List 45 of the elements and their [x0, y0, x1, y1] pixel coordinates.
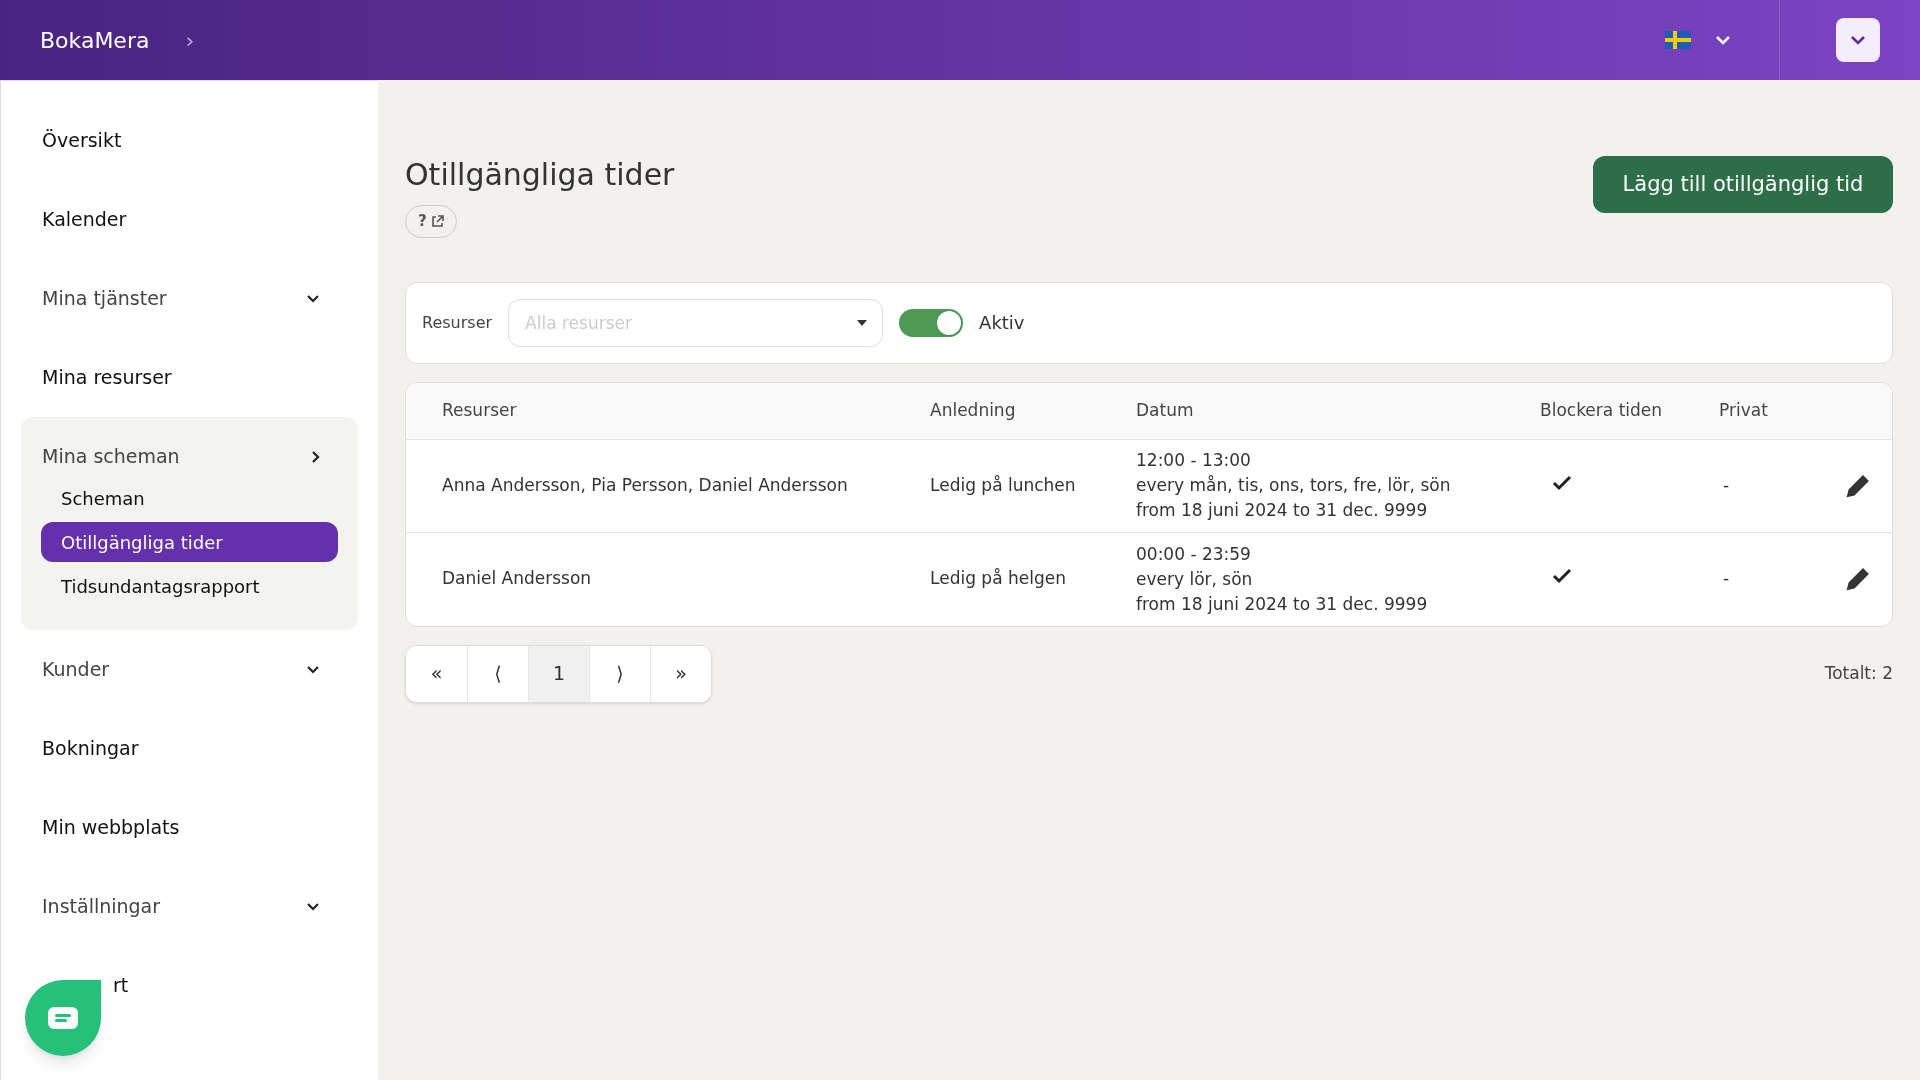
external-link-icon [430, 214, 444, 228]
table-cell-text: 12:00 - 13:00 every mån, tis, ons, tors, fre, lör, sön from 18 juni 2024 to 31 dec. 9999 [1136, 449, 1452, 522]
nav-link[interactable]: rt [21, 946, 358, 1025]
nav-group-button[interactable]: Inställningar [21, 867, 358, 946]
swedish-flag-icon[interactable] [1665, 31, 1691, 49]
table-cell-text: Ledig på lunchen [930, 473, 1077, 497]
filter-label: Resurser [422, 311, 493, 334]
nav-link[interactable]: Min webbplats [21, 788, 358, 867]
page-button[interactable]: ⟩ [589, 645, 650, 702]
chevron-down-icon[interactable] [1715, 35, 1731, 45]
nav-subitem[interactable]: Tidsundantagsrapport [41, 566, 338, 606]
table-cell-text: 00:00 - 23:59 every lör, sön from 18 juni 2024 to 31 dec. 9999 [1136, 542, 1429, 616]
page-button[interactable]: » [650, 645, 711, 702]
nav-group-button[interactable]: Mina tjänster [21, 259, 358, 338]
column-header: Resurser [441, 398, 518, 422]
column-header: Anledning [930, 398, 1017, 422]
column-header: Datum [1136, 398, 1195, 422]
nav-link[interactable]: Kalender [21, 180, 358, 259]
table-cell-text: Daniel Andersson [441, 567, 593, 591]
table-cell-text: - [1722, 567, 1731, 591]
breadcrumb-separator: › [185, 26, 195, 55]
nav-link[interactable]: Översikt [21, 101, 358, 180]
chat-bubble-icon [48, 1007, 78, 1029]
nav-link[interactable]: Bokningar [21, 709, 358, 788]
nav-group-button[interactable]: Kunder [21, 630, 358, 709]
nav-subitem[interactable]: Otillgängliga tider [41, 522, 338, 562]
nav-subitem[interactable]: Scheman [41, 478, 338, 518]
user-menu-button[interactable] [1836, 18, 1880, 62]
toggle-label: Aktiv [979, 311, 1025, 335]
nav-link[interactable]: Mina resurser [21, 338, 358, 417]
page-button[interactable]: ⟨ [467, 645, 528, 702]
brand-name[interactable]: BokaMera [40, 23, 150, 57]
table-cell-text: - [1722, 473, 1731, 497]
dropdown-caret-icon [857, 319, 868, 326]
page-title: Otillgängliga tider [405, 156, 675, 194]
column-header: Privat [1719, 398, 1769, 422]
column-header: Blockera tiden [1540, 398, 1664, 422]
table-cell-text: Anna Andersson, Pia Persson, Daniel Andersson [441, 473, 849, 497]
page-button[interactable]: « [406, 645, 467, 702]
add-unavailable-time-button[interactable]: Lägg till otillgänglig tid [1593, 156, 1893, 213]
table-cell-text: Ledig på helgen [930, 567, 1067, 591]
total-count: Totalt: 2 [1824, 661, 1893, 685]
chevron-down-icon [1850, 35, 1866, 45]
page-button[interactable]: 1 [528, 645, 589, 702]
active-toggle[interactable] [899, 308, 964, 337]
